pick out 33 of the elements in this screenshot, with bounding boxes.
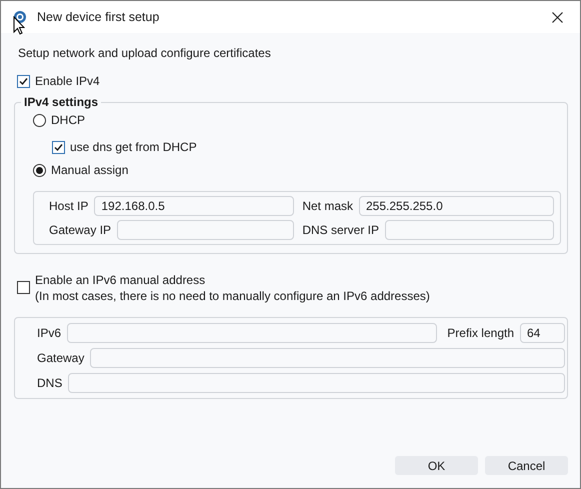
dialog-button[interactable]: OK (395, 456, 478, 475)
radio-label: Manual assign (51, 163, 128, 177)
input-field[interactable] (385, 220, 554, 240)
input-field[interactable]: 192.168.0.5 (94, 196, 294, 216)
input-field[interactable] (90, 348, 565, 368)
close-icon (552, 12, 562, 22)
input-field[interactable] (67, 323, 438, 343)
field-label: Prefix length (447, 326, 514, 340)
group-legend: IPv4 settings (21, 95, 102, 109)
checkbox[interactable] (52, 140, 65, 154)
field-label: DNS server IP (302, 223, 379, 237)
radio-label: DHCP (51, 113, 86, 127)
radio-button[interactable] (33, 164, 46, 176)
field-label: Gateway (37, 351, 84, 365)
hint-text: (In most cases, there is no need to manually configure an IPv6 addresses) (35, 289, 430, 303)
checkbox[interactable] (17, 74, 30, 88)
checkbox-label: use dns get from DHCP (70, 140, 197, 154)
input-field[interactable] (68, 373, 565, 393)
input-field[interactable] (117, 220, 294, 240)
input-field[interactable]: 64 (520, 323, 565, 343)
field-label: Gateway IP (49, 223, 112, 237)
field-label: DNS (37, 376, 62, 390)
radio-button[interactable] (33, 114, 46, 126)
input-field[interactable]: 255.255.255.0 (359, 196, 554, 216)
field-label: Net mask (302, 199, 353, 213)
checkbox[interactable] (17, 281, 30, 294)
checkbox-label: Enable IPv4 (35, 74, 100, 88)
dialog-button[interactable]: Cancel (485, 456, 568, 475)
field-label: Host IP (49, 199, 88, 213)
window-title: New device first setup (37, 10, 160, 24)
subtitle-text: Setup network and upload configure certificates (18, 46, 272, 60)
field-label: IPv6 (37, 326, 62, 340)
checkbox-label: Enable an IPv6 manual address (35, 273, 206, 287)
